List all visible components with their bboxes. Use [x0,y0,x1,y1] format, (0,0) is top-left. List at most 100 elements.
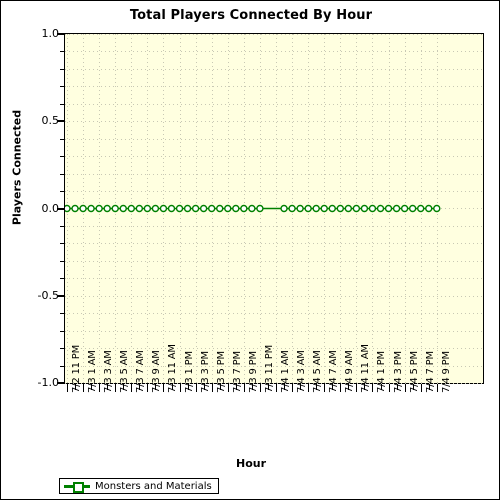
chart-legend: Monsters and Materials [59,478,219,494]
x-axis-tick-label: 7/4 1 AM [280,350,291,393]
gridline-vertical [340,34,341,383]
y-axis-tick-minor [60,69,65,70]
x-axis-tick-label: 7/3 11 AM [167,344,178,393]
gridline-vertical [196,34,197,383]
x-axis-tick-label: 7/3 3 PM [200,351,211,393]
x-axis-tick-label: 7/3 9 PM [248,351,259,393]
x-axis-tick [405,384,406,392]
x-axis-tick [389,384,390,392]
x-axis-tick-label: 7/4 9 PM [441,351,452,393]
x-axis-tick-label: 7/3 5 AM [119,350,130,393]
gridline-vertical [372,34,373,383]
x-axis-tick [308,384,309,392]
x-axis-tick [163,384,164,392]
x-axis-tick-label: 7/3 3 AM [103,350,114,393]
x-axis-tick-label: 7/3 11 PM [264,344,275,393]
x-axis-tick-label: 7/3 1 AM [87,350,98,393]
gridline-vertical [180,34,181,383]
gridline-vertical [115,34,116,383]
x-axis-tick-label: 7/3 5 PM [216,351,227,393]
y-axis-tick-label: -0.5 [37,289,59,302]
x-axis-tick [292,384,293,392]
y-axis-tick-minor [60,261,65,262]
x-axis-tick [421,384,422,392]
x-axis-title: Hour [235,457,267,470]
x-axis-tick-label: 7/4 7 AM [328,350,339,393]
y-axis-tick-minor [60,51,65,52]
x-axis-tick-label: 7/4 5 AM [312,350,323,393]
y-axis-tick-minor [60,174,65,175]
y-axis-tick-minor [60,243,65,244]
x-axis-tick [276,384,277,392]
gridline-vertical [356,34,357,383]
x-axis-tick [147,384,148,392]
y-axis-tick-label: 0.0 [41,202,60,215]
gridline-vertical [67,34,68,383]
x-axis-tick-label: 7/4 5 PM [409,351,420,393]
y-axis-tick-minor [60,139,65,140]
y-axis-tick-minor [60,156,65,157]
gridline-vertical [131,34,132,383]
x-axis-tick [83,384,84,392]
chart-page: Total Players Connected By Hour Players … [0,0,500,500]
x-axis-tick-label: 7/4 9 AM [344,350,355,393]
gridline-vertical [83,34,84,383]
plot-border-right [483,33,484,384]
plot-area [65,34,483,384]
gridline-vertical [147,34,148,383]
legend-marker-icon [64,481,90,493]
gridline-vertical [99,34,100,383]
gridline-vertical [324,34,325,383]
x-axis-tick [372,384,373,392]
x-axis-tick-label: 7/3 7 PM [232,351,243,393]
x-axis-tick [131,384,132,392]
x-axis-tick [99,384,100,392]
x-axis-tick [228,384,229,392]
y-axis-tick-minor [60,348,65,349]
y-axis-tick-minor [60,86,65,87]
y-axis-tick-minor [60,331,65,332]
x-axis-tick-label: 7/4 1 PM [376,351,387,393]
gridline-vertical [212,34,213,383]
y-axis-title: Players Connected [10,109,24,226]
x-axis-tick [260,384,261,392]
x-axis-tick-label: 7/3 9 AM [151,350,162,393]
x-axis-tick [356,384,357,392]
y-axis-tick-minor [60,278,65,279]
gridline-vertical [421,34,422,383]
y-axis-tick-minor [60,191,65,192]
x-axis-tick-label: 7/4 3 AM [296,350,307,393]
gridline-vertical [260,34,261,383]
gridline-vertical [389,34,390,383]
y-axis-tick-minor [60,104,65,105]
x-axis-tick [212,384,213,392]
x-axis-tick [196,384,197,392]
x-axis-tick [244,384,245,392]
x-axis-tick [340,384,341,392]
x-axis-tick-label: 7/2 11 PM [71,344,82,393]
y-axis-tick-label: 1.0 [41,27,60,40]
x-axis-tick-label: 7/4 3 PM [393,351,404,393]
x-axis-tick [180,384,181,392]
y-axis-tick-minor [60,366,65,367]
gridline-vertical [244,34,245,383]
gridline-vertical [163,34,164,383]
gridline-vertical [228,34,229,383]
x-axis-tick-label: 7/3 1 PM [184,351,195,393]
gridline-vertical [308,34,309,383]
x-axis-tick-label: 7/3 7 AM [135,350,146,393]
gridline-vertical [437,34,438,383]
x-axis-tick [324,384,325,392]
x-axis-tick [437,384,438,392]
x-axis-tick-label: 7/4 11 AM [360,344,371,393]
legend-label: Monsters and Materials [95,480,212,492]
gridline-vertical [276,34,277,383]
y-axis-tick-label: 0.5 [41,114,60,127]
y-axis-tick-minor [60,226,65,227]
y-axis-tick-minor [60,313,65,314]
x-axis-tick-label: 7/4 7 PM [425,351,436,393]
chart-title: Total Players Connected By Hour [129,8,373,23]
x-axis-tick [67,384,68,392]
gridline-vertical [292,34,293,383]
x-axis-tick [115,384,116,392]
